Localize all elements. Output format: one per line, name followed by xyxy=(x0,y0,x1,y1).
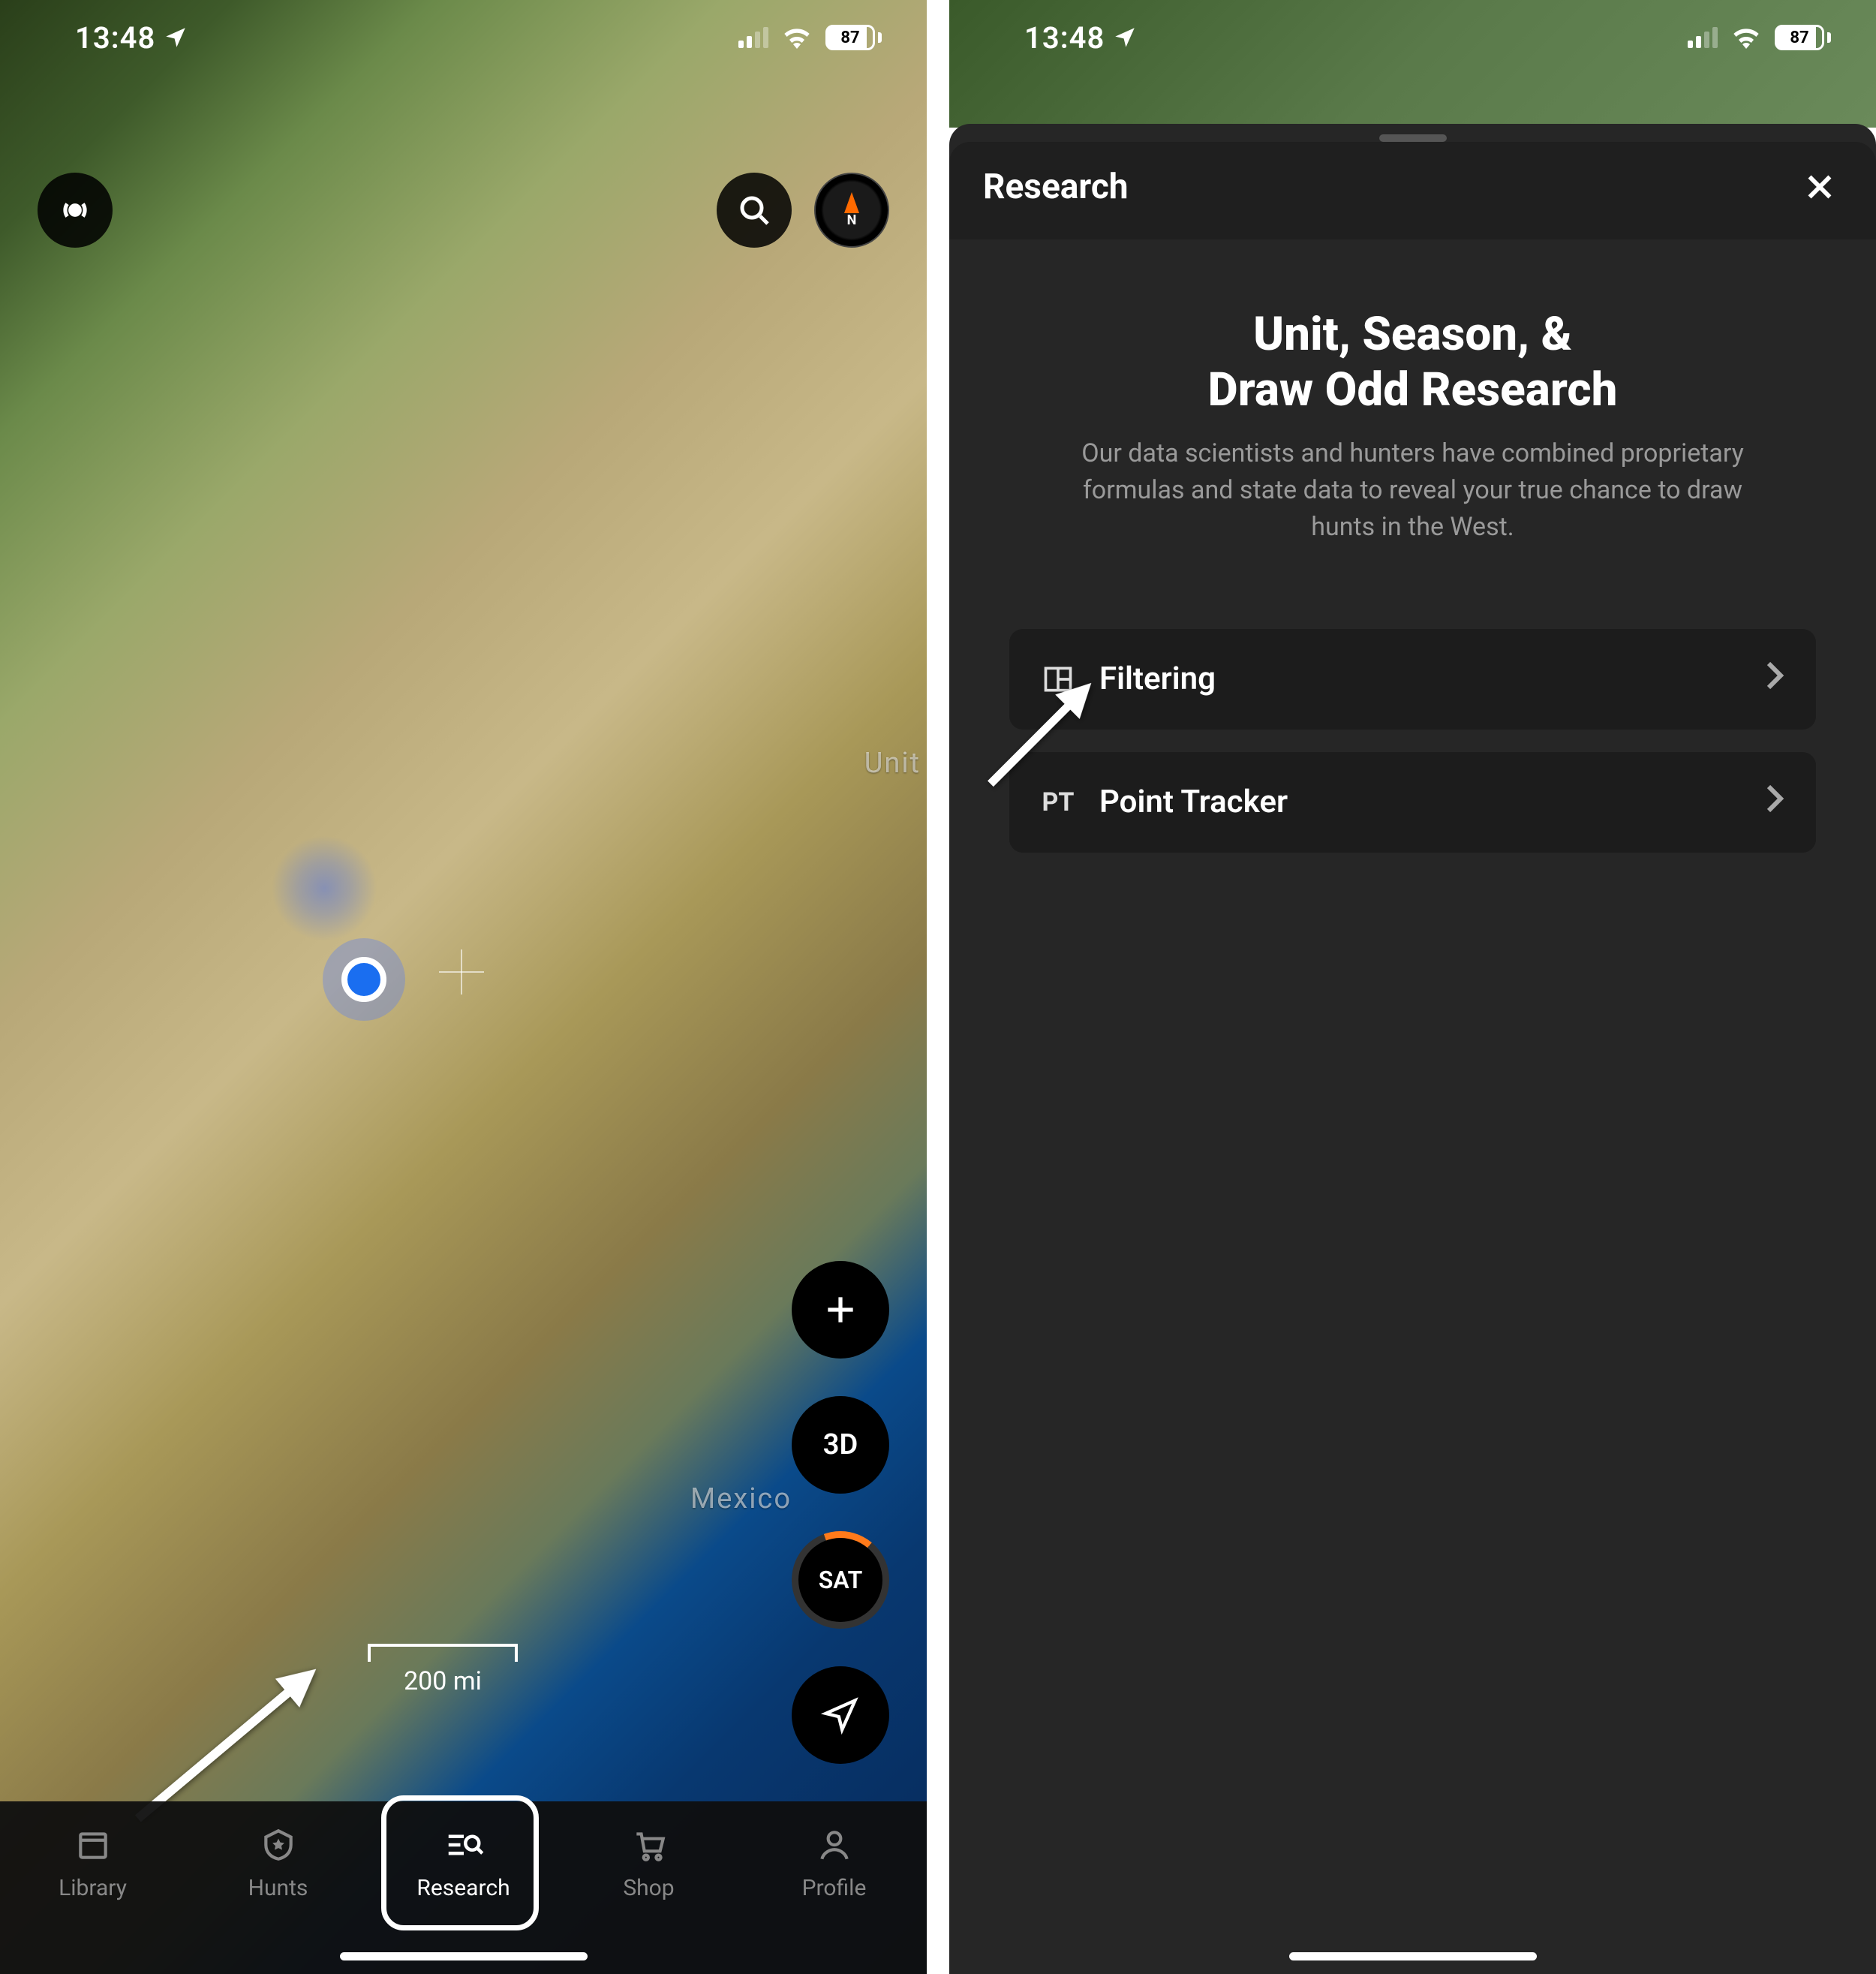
tab-label: Profile xyxy=(802,1875,867,1901)
3d-label: 3D xyxy=(823,1428,858,1461)
home-indicator xyxy=(340,1952,588,1960)
research-icon xyxy=(443,1824,485,1866)
cell-signal-icon xyxy=(738,27,768,48)
tab-library[interactable]: Library xyxy=(26,1824,161,1901)
search-button[interactable] xyxy=(717,173,792,248)
sheet-title: Research xyxy=(983,167,1129,207)
home-indicator xyxy=(1289,1952,1537,1960)
status-time: 13:48 xyxy=(1024,20,1105,56)
profile-icon xyxy=(813,1824,855,1866)
phone-map-screen: Unit Mexico 13:48 87 N 3D SAT xyxy=(0,0,927,1974)
broadcast-button[interactable] xyxy=(38,173,113,248)
hero-title: Unit, Season, & Draw Odd Research xyxy=(987,307,1838,419)
tab-hunts[interactable]: Hunts xyxy=(211,1824,346,1901)
layer-sat-button[interactable]: SAT xyxy=(792,1531,889,1629)
hero-subtitle: Our data scientists and hunters have com… xyxy=(1068,435,1758,546)
battery-indicator: 87 xyxy=(1775,25,1831,50)
wifi-icon xyxy=(1731,26,1761,49)
battery-indicator: 87 xyxy=(825,25,882,50)
compass-needle-icon xyxy=(844,192,859,213)
sheet-body: Unit, Season, & Draw Odd Research Our da… xyxy=(949,239,1876,853)
tab-profile[interactable]: Profile xyxy=(767,1824,902,1901)
map-label-mexico: Mexico xyxy=(690,1482,792,1515)
bottom-tab-bar: Library Hunts Research Shop Profile xyxy=(0,1801,927,1974)
map-scale-label: 200 mi xyxy=(404,1666,482,1696)
map-label-united-states: Unit xyxy=(864,747,921,780)
chevron-right-icon xyxy=(1763,661,1786,698)
tab-label: Library xyxy=(59,1875,127,1901)
phone-research-screen: 13:48 87 Research Unit, Season, & Draw O… xyxy=(949,0,1876,1974)
point-tracker-button[interactable]: PT Point Tracker xyxy=(1009,752,1816,853)
add-button[interactable] xyxy=(792,1261,889,1359)
tab-label: Research xyxy=(416,1875,510,1901)
tab-label: Hunts xyxy=(248,1875,308,1901)
tab-research[interactable]: Research xyxy=(396,1824,531,1901)
map-scale: 200 mi xyxy=(368,1644,518,1696)
compass-button[interactable]: N xyxy=(814,173,889,248)
research-sheet: Research Unit, Season, & Draw Odd Resear… xyxy=(949,124,1876,1974)
tab-label: Shop xyxy=(623,1875,674,1901)
cell-signal-icon xyxy=(1688,27,1718,48)
close-button[interactable] xyxy=(1797,164,1842,209)
sheet-drag-handle[interactable] xyxy=(1379,134,1447,142)
shop-icon xyxy=(628,1824,670,1866)
chevron-right-icon xyxy=(1763,784,1786,821)
location-services-icon xyxy=(163,25,188,50)
wifi-icon xyxy=(782,26,812,49)
status-time: 13:48 xyxy=(75,20,155,56)
sat-label: SAT xyxy=(819,1566,863,1594)
point-tracker-label: Point Tracker xyxy=(1099,784,1288,820)
hunts-icon xyxy=(257,1824,299,1866)
map-crosshair-icon xyxy=(439,949,484,995)
filtering-label: Filtering xyxy=(1099,661,1216,697)
point-tracker-badge: PT xyxy=(1039,784,1077,821)
3d-toggle-button[interactable]: 3D xyxy=(792,1396,889,1494)
sheet-header: Research xyxy=(949,142,1876,239)
location-services-icon xyxy=(1112,25,1138,50)
status-bar: 13:48 87 xyxy=(0,0,927,75)
status-bar: 13:48 87 xyxy=(949,0,1876,75)
user-location-marker xyxy=(323,938,405,1021)
tab-shop[interactable]: Shop xyxy=(582,1824,717,1901)
library-icon xyxy=(72,1824,114,1866)
compass-north-label: N xyxy=(847,212,857,228)
filtering-button[interactable]: Filtering xyxy=(1009,629,1816,730)
locate-me-button[interactable] xyxy=(792,1666,889,1764)
